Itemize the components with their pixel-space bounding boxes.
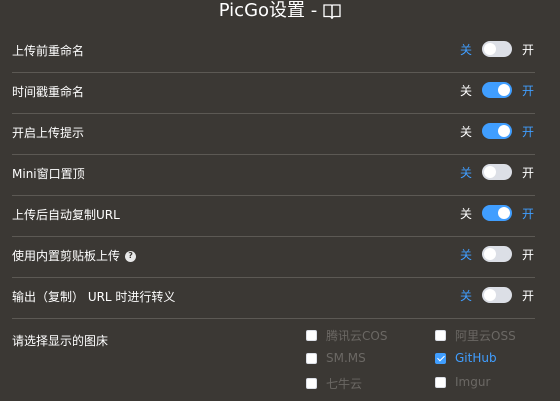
image-bed-name: SM.MS	[326, 351, 366, 365]
image-bed-github[interactable]: GitHub	[435, 351, 497, 365]
image-bed-aliyun[interactable]: 阿里云OSS	[435, 327, 516, 344]
checkbox[interactable]	[435, 352, 446, 364]
switch-off-label: 关	[459, 83, 472, 98]
auto-copy-url-switch[interactable]: 关 开	[459, 204, 535, 222]
image-bed-name: Imgur	[455, 375, 491, 389]
setting-rename-before-upload: 上传前重命名 关 开	[12, 32, 535, 73]
switch-off-label: 关	[459, 206, 472, 221]
setting-label: Mini窗口置顶	[12, 167, 85, 181]
switch-knob	[484, 166, 496, 178]
image-bed-selector: 请选择显示的图床 腾讯云COS 阿里云OSS SM.MS GitHub 七牛云 …	[12, 322, 552, 401]
switch-on-label: 开	[521, 288, 534, 303]
page-title: PicGo设置 -	[0, 0, 560, 22]
switch-track[interactable]	[482, 205, 512, 221]
setting-label-text: 输出（复制） URL 时进行转义	[12, 290, 176, 304]
switch-off-label: 关	[459, 165, 472, 180]
switch-on-label: 开	[521, 206, 534, 221]
switch-knob	[484, 248, 496, 260]
switch-off-label: 关	[459, 42, 472, 57]
image-bed-name: 阿里云OSS	[455, 329, 516, 343]
switch-track[interactable]	[482, 164, 512, 180]
setting-label-text: Mini窗口置顶	[12, 167, 85, 181]
switch-off-label: 关	[459, 124, 472, 139]
setting-label: 上传前重命名	[12, 44, 84, 58]
mini-window-on-top-switch[interactable]: 关 开	[459, 163, 535, 181]
checkbox[interactable]	[306, 378, 317, 389]
timestamp-rename-switch[interactable]: 关 开	[459, 81, 535, 99]
setting-upload-notification: 开启上传提示 关 开	[12, 114, 535, 155]
setting-label: 输出（复制） URL 时进行转义	[12, 290, 175, 304]
switch-knob	[498, 84, 510, 96]
switch-on-label: 开	[521, 83, 534, 98]
checkbox[interactable]	[435, 330, 446, 341]
image-bed-smms[interactable]: SM.MS	[306, 351, 366, 365]
switch-on-label: 开	[521, 165, 534, 180]
switch-knob	[484, 43, 496, 55]
upload-notification-switch[interactable]: 关 开	[459, 122, 535, 140]
book-icon[interactable]	[323, 3, 341, 19]
setting-label-text: 开启上传提示	[12, 126, 85, 140]
checkbox[interactable]	[435, 376, 446, 388]
page-title-text: PicGo设置 -	[218, 0, 318, 21]
switch-track[interactable]	[482, 246, 512, 262]
setting-label-text: 使用内置剪贴板上传	[12, 249, 121, 263]
setting-label: 使用内置剪贴板上传 ?	[12, 249, 137, 263]
switch-track[interactable]	[482, 82, 512, 98]
question-icon[interactable]: ?	[125, 250, 137, 262]
setting-builtin-clipboard-upload: 使用内置剪贴板上传 ? 关 开	[12, 237, 535, 278]
setting-label-text: 上传前重命名	[12, 44, 85, 58]
checkbox[interactable]	[306, 352, 317, 364]
image-bed-name: 腾讯云COS	[326, 329, 388, 343]
switch-off-label: 关	[459, 247, 472, 262]
switch-track[interactable]	[482, 287, 512, 303]
switch-track[interactable]	[482, 123, 512, 139]
setting-timestamp-rename: 时间戳重命名 关 开	[12, 73, 535, 114]
switch-on-label: 开	[521, 247, 534, 262]
rename-before-upload-switch[interactable]: 关 开	[459, 40, 535, 58]
setting-label-text: 上传后自动复制URL	[12, 208, 120, 222]
image-bed-qiniu[interactable]: 七牛云	[306, 375, 362, 392]
switch-track[interactable]	[482, 41, 512, 57]
image-bed-name: 七牛云	[326, 377, 363, 391]
image-bed-label: 请选择显示的图床	[12, 334, 109, 348]
checkbox[interactable]	[306, 330, 317, 341]
builtin-clipboard-upload-switch[interactable]: 关 开	[459, 245, 535, 263]
switch-on-label: 开	[521, 124, 534, 139]
switch-knob	[498, 125, 510, 137]
switch-on-label: 开	[521, 42, 534, 57]
switch-knob	[484, 289, 496, 301]
setting-mini-window-on-top: Mini窗口置顶 关 开	[12, 155, 535, 196]
image-bed-imgur[interactable]: Imgur	[435, 375, 490, 389]
setting-label: 上传后自动复制URL	[12, 208, 120, 222]
settings-list: 上传前重命名 关 开 时间戳重命名 关 开 开启上传提示 关 开 Mini窗口置…	[12, 32, 535, 319]
setting-auto-copy-url: 上传后自动复制URL 关 开	[12, 196, 535, 237]
setting-label-text: 时间戳重命名	[12, 85, 85, 99]
switch-knob	[498, 207, 510, 219]
setting-escape-url: 输出（复制） URL 时进行转义 关 开	[12, 278, 535, 319]
image-bed-tcyun[interactable]: 腾讯云COS	[306, 327, 387, 344]
image-bed-name: GitHub	[455, 351, 497, 365]
switch-off-label: 关	[459, 288, 472, 303]
escape-url-switch[interactable]: 关 开	[459, 286, 535, 304]
setting-label: 开启上传提示	[12, 126, 84, 140]
setting-label: 时间戳重命名	[12, 85, 84, 99]
